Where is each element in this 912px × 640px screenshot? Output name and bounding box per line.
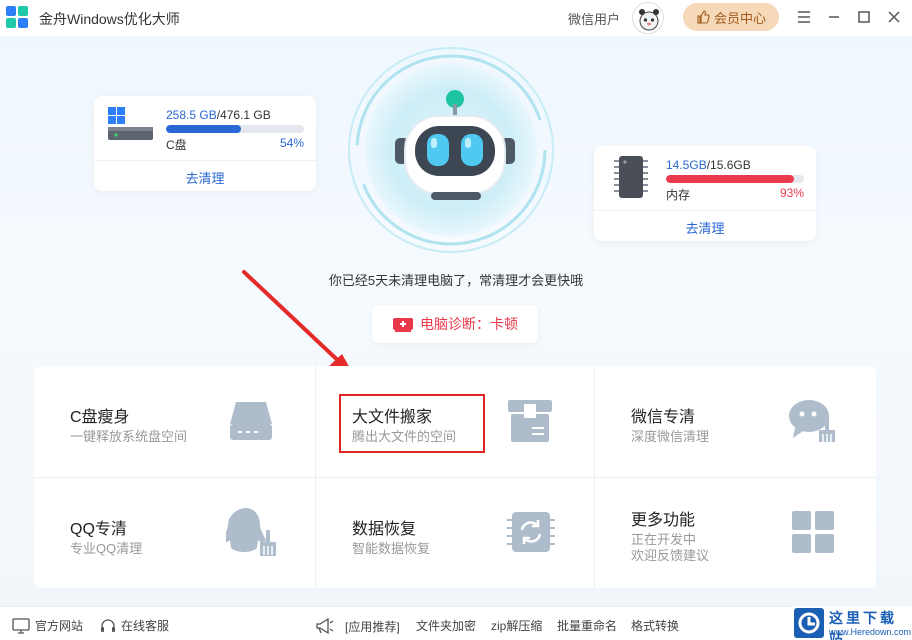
feature-title: 微信专清 (631, 409, 696, 426)
c-drive-total: 476.1 GB (220, 108, 271, 122)
monitor-icon (12, 617, 30, 634)
footer-link-format-convert[interactable]: 格式转换 (631, 617, 679, 634)
title-bar: 金舟Windows优化大师 微信用户 会员中心 (0, 0, 912, 36)
cleanup-reminder: 你已经5天未清理电脑了，常清理才会更快哦 (328, 273, 584, 288)
watermark-url: www.Heredown.com (829, 627, 912, 637)
user-name[interactable]: 微信用户 (568, 9, 620, 28)
penguin-broom-icon (226, 508, 276, 556)
c-drive-card: 258.5 GB/476.1 GB C盘 54% 去清理 (94, 96, 316, 191)
official-website-label: 官方网站 (35, 619, 84, 633)
app-logo-icon (6, 6, 28, 28)
highlight-box (339, 394, 485, 453)
watermark: 这里下载站 www.Heredown.com (792, 606, 912, 640)
feature-c-drive-slim[interactable]: C盘瘦身 一键释放系统盘空间 (34, 366, 314, 477)
memory-percent: 93% (779, 186, 804, 200)
feature-more[interactable]: 更多功能 正在开发中 欢迎反馈建议 (595, 478, 875, 589)
feature-title: C盘瘦身 (70, 409, 130, 426)
memory-progress-fill (666, 175, 795, 183)
medical-kit-icon (393, 318, 413, 332)
memory-clean-button[interactable]: 去清理 (594, 218, 816, 237)
feature-data-recovery[interactable]: 数据恢复 智能数据恢复 (316, 478, 596, 589)
feature-subtitle-2: 欢迎反馈建议 (631, 548, 710, 563)
feature-wechat-clean[interactable]: 微信专清 深度微信清理 (595, 366, 875, 477)
footer-link-batch-rename[interactable]: 批量重命名 (557, 617, 617, 634)
c-drive-percent: 54% (279, 136, 304, 150)
hard-drive-icon (108, 107, 153, 140)
headset-icon (101, 618, 115, 632)
feature-title: 更多功能 (631, 512, 696, 529)
vip-center-button[interactable]: 会员中心 (683, 3, 779, 31)
vip-center-label: 会员中心 (713, 10, 766, 26)
memory-card: 14.5GB/15.6GB 内存 93% 去清理 (594, 146, 816, 241)
bottom-bar: 官方网站 在线客服 [应用推荐] 文件夹加密 zip解压缩 批量重命名 格式转换 (0, 606, 912, 640)
app-recommend[interactable]: [应用推荐] (314, 617, 400, 635)
avatar[interactable] (632, 2, 664, 34)
chip-refresh-icon (507, 512, 555, 552)
memory-total: 15.6GB (710, 158, 751, 172)
c-drive-usage: 258.5 GB/476.1 GB (166, 108, 271, 122)
robot-mascot (347, 46, 555, 254)
watermark-logo-icon (794, 608, 824, 638)
official-website-link[interactable]: 官方网站 (12, 617, 83, 634)
app-recommend-label: [应用推荐] (345, 619, 400, 634)
feature-subtitle: 深度微信清理 (631, 429, 710, 444)
menu-icon[interactable] (795, 8, 813, 26)
memory-chip-icon (614, 156, 648, 198)
divider (94, 160, 316, 161)
feature-subtitle: 专业QQ清理 (70, 541, 143, 556)
close-icon[interactable] (885, 8, 903, 26)
feature-subtitle: 智能数据恢复 (352, 541, 431, 556)
c-drive-used: 258.5 GB (166, 108, 217, 122)
footer-link-folder-encrypt[interactable]: 文件夹加密 (416, 617, 476, 634)
memory-used: 14.5GB (666, 158, 707, 172)
feature-qq-clean[interactable]: QQ专清 专业QQ清理 (34, 478, 314, 589)
feature-title: QQ专清 (70, 521, 127, 538)
megaphone-icon (316, 617, 334, 635)
memory-label: 内存 (666, 188, 691, 202)
c-drive-label: C盘 (166, 138, 187, 152)
memory-usage: 14.5GB/15.6GB (666, 158, 751, 172)
grid-icon (792, 511, 834, 553)
chat-broom-icon (789, 400, 835, 442)
thumbs-up-icon (697, 10, 710, 24)
c-drive-clean-button[interactable]: 去清理 (94, 168, 316, 187)
feature-subtitle: 一键释放系统盘空间 (70, 429, 188, 444)
robot-icon (348, 47, 554, 253)
app-title: 金舟Windows优化大师 (39, 11, 180, 27)
feature-title: 数据恢复 (352, 521, 417, 538)
online-support-link[interactable]: 在线客服 (100, 617, 169, 634)
box-icon (508, 400, 552, 442)
online-support-label: 在线客服 (121, 619, 170, 633)
divider (594, 210, 816, 211)
footer-link-zip[interactable]: zip解压缩 (491, 617, 542, 634)
drive-icon (230, 402, 272, 440)
memory-progress (666, 175, 804, 183)
c-drive-progress (166, 125, 304, 133)
c-drive-progress-fill (166, 125, 241, 133)
feature-grid: C盘瘦身 一键释放系统盘空间 大文件搬家 腾出大文件的空间 微信专清 深度微信清… (34, 366, 876, 588)
avatar-icon (634, 4, 663, 33)
minimize-icon[interactable] (825, 8, 843, 26)
diagnosis-button[interactable]: 电脑诊断：卡顿 (372, 305, 538, 343)
diagnosis-label: 电脑诊断：卡顿 (420, 316, 518, 332)
maximize-icon[interactable] (855, 8, 873, 26)
